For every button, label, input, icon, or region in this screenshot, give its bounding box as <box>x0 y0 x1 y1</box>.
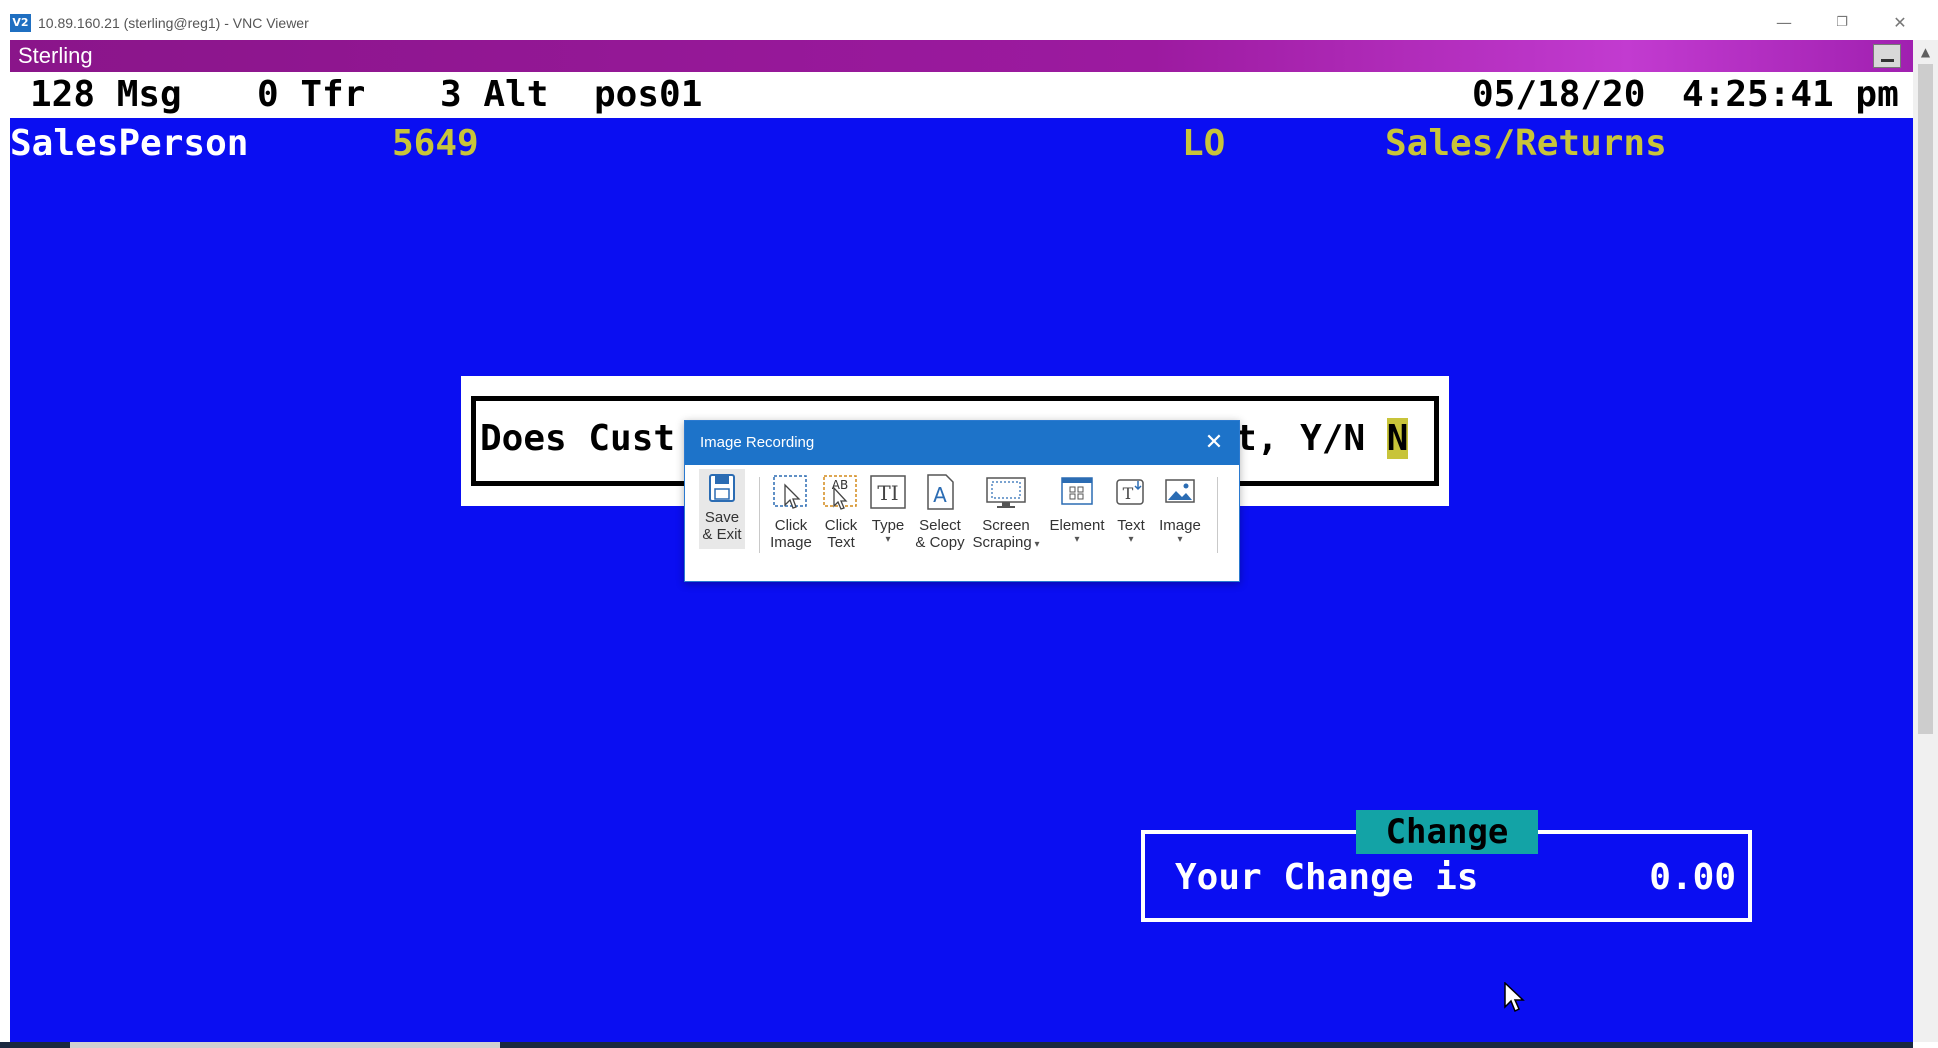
sterling-title: Sterling <box>18 43 93 68</box>
text-label: Text <box>1117 517 1145 534</box>
dialog-title: Image Recording <box>700 434 815 451</box>
image-dropdown-icon[interactable]: ▾ <box>1155 535 1205 545</box>
image-recording-dialog: Image Recording ✕ Save & Exit Click Imag… <box>684 420 1240 582</box>
status-line: 128 Msg 0 Tfr 3 Alt pos01 05/18/20 4:25:… <box>10 72 1913 118</box>
screen-scraping-line1: Screen <box>982 517 1030 534</box>
text-dropdown-icon[interactable]: ▾ <box>1111 535 1151 545</box>
click-image-button[interactable]: Click Image <box>767 473 815 551</box>
prompt-answer-field[interactable]: N <box>1386 418 1409 459</box>
change-text: Your Change is <box>1175 857 1479 898</box>
toolbar-separator <box>759 477 760 553</box>
horizontal-scrollbar[interactable] <box>0 1042 1913 1048</box>
select-copy-icon: A <box>927 474 954 510</box>
change-label: Change <box>1356 810 1538 854</box>
click-image-icon <box>773 475 807 509</box>
select-copy-line2: & Copy <box>915 534 965 551</box>
svg-text:TI: TI <box>877 481 898 505</box>
dialog-titlebar[interactable]: Image Recording ✕ <box>685 421 1239 465</box>
location-code: LO <box>1182 123 1226 164</box>
sterling-minimize-button[interactable] <box>1873 44 1901 68</box>
image-label: Image <box>1159 517 1201 534</box>
save-exit-button[interactable]: Save & Exit <box>699 469 745 549</box>
text-button[interactable]: T Text ▾ <box>1111 473 1151 545</box>
salesperson-id: 5649 <box>392 123 479 164</box>
mouse-cursor-icon <box>1504 982 1525 1013</box>
select-copy-button[interactable]: A Select & Copy <box>913 473 967 551</box>
screen-scraping-button[interactable]: Screen Scraping ▾ <box>971 473 1041 553</box>
element-icon <box>1061 477 1093 505</box>
image-button[interactable]: Image ▾ <box>1155 473 1205 545</box>
minimize-button[interactable]: — <box>1764 10 1804 36</box>
message-count: 128 Msg <box>30 74 182 115</box>
element-label: Element <box>1049 517 1105 534</box>
svg-text:A: A <box>933 483 947 507</box>
dialog-close-button[interactable]: ✕ <box>1201 430 1227 456</box>
click-text-button[interactable]: AB Click Text <box>819 473 863 551</box>
restore-button[interactable]: ❐ <box>1822 10 1862 36</box>
toolbar-separator <box>1217 477 1218 553</box>
alert-count: 3 Alt <box>440 74 549 115</box>
type-icon: TI <box>870 475 906 509</box>
save-exit-line2: & Exit <box>702 526 742 543</box>
save-exit-line1: Save <box>704 509 740 526</box>
status-time: 4:25:41 pm <box>1682 74 1899 115</box>
salesperson-label: SalesPerson <box>10 123 249 164</box>
click-image-line1: Click <box>774 517 808 534</box>
header-line: SalesPerson 5649 LO Sales/Returns <box>10 120 1913 168</box>
click-image-line2: Image <box>770 534 812 551</box>
prompt-text-right: t, Y/N <box>1235 418 1387 459</box>
text-icon: T <box>1116 479 1144 505</box>
element-dropdown-icon[interactable]: ▾ <box>1047 535 1107 545</box>
scroll-up-icon[interactable]: ▲ <box>1913 42 1938 62</box>
status-date: 05/18/20 <box>1472 74 1646 115</box>
transaction-mode: Sales/Returns <box>1385 123 1667 164</box>
click-text-line2: Text <box>827 534 855 551</box>
svg-text:T: T <box>1123 484 1134 503</box>
transfer-count: 0 Tfr <box>257 74 366 115</box>
recording-toolbar: Save & Exit Click Image AB Click Text TI… <box>685 465 1239 581</box>
horizontal-scroll-thumb[interactable] <box>70 1042 500 1048</box>
click-text-icon: AB <box>823 475 857 510</box>
vnc-window-titlebar: V2 10.89.160.21 (sterling@reg1) - VNC Vi… <box>0 0 1938 44</box>
vertical-scrollbar[interactable]: ▲ ▼ <box>1913 40 1938 1042</box>
image-icon <box>1165 479 1195 503</box>
type-dropdown-icon[interactable]: ▾ <box>867 535 909 545</box>
screen-scraping-dropdown-icon[interactable]: ▾ <box>1032 539 1039 550</box>
screen-scraping-line2: Scraping <box>972 534 1032 551</box>
sterling-titlebar: Sterling <box>10 40 1913 72</box>
close-window-button[interactable]: ✕ <box>1880 10 1920 36</box>
vnc-window-title: 10.89.160.21 (sterling@reg1) - VNC Viewe… <box>38 15 309 31</box>
monitor-icon <box>986 477 1026 508</box>
type-label: Type <box>871 517 905 534</box>
terminal-id: pos01 <box>594 74 703 115</box>
prompt-text-left: Does Cust <box>480 418 676 459</box>
scrollbar-thumb[interactable] <box>1918 64 1933 734</box>
floppy-disk-icon <box>709 474 735 502</box>
change-value: 0.00 <box>1649 857 1736 898</box>
type-button[interactable]: TI Type ▾ <box>867 473 909 545</box>
vnc-logo-icon: V2 <box>10 14 31 32</box>
element-button[interactable]: Element ▾ <box>1047 473 1107 545</box>
click-text-line1: Click <box>824 517 858 534</box>
select-copy-line1: Select <box>919 517 961 534</box>
